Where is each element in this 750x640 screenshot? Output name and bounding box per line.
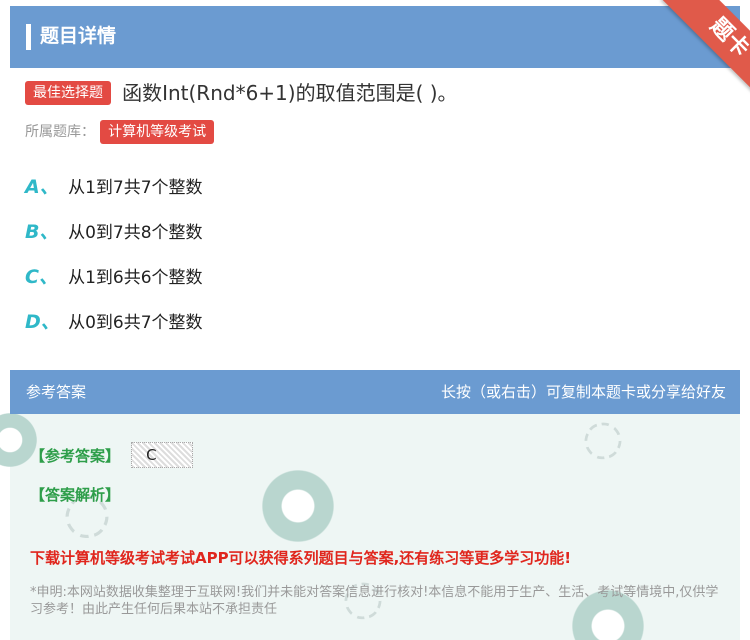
option-text: 从1到7共7个整数 bbox=[68, 178, 203, 198]
option-letter: D、 bbox=[25, 311, 60, 333]
share-hint: 长按（或右击）可复制本题卡或分享给好友 bbox=[440, 383, 726, 401]
answer-value: C bbox=[131, 442, 194, 468]
option-letter: B、 bbox=[25, 221, 59, 243]
disclaimer-text: *申明:本网站数据收集整理于互联网!我们并未能对答案信息进行核对!本信息不能用于… bbox=[30, 585, 719, 617]
answer-section-label: 参考答案 bbox=[26, 383, 87, 401]
analysis-label: 【答案解析】 bbox=[30, 486, 121, 504]
option-letter: A、 bbox=[25, 176, 59, 198]
option-text: 从0到7共8个整数 bbox=[68, 223, 203, 243]
option-d[interactable]: D、 从0到6共7个整数 bbox=[25, 307, 203, 337]
option-c[interactable]: C、 从1到6共6个整数 bbox=[25, 262, 203, 292]
option-b[interactable]: B、 从0到7共8个整数 bbox=[25, 217, 203, 247]
header-accent-bar bbox=[26, 24, 31, 50]
bank-label: 所属题库： bbox=[25, 124, 95, 140]
watermark-logo-icon bbox=[258, 466, 338, 546]
question-bank-row: 所属题库： 计算机等级考试 bbox=[25, 120, 215, 144]
question-row: 最佳选择题 函数Int(Rnd*6+1)的取值范围是( )。 bbox=[25, 78, 735, 108]
question-type-badge: 最佳选择题 bbox=[25, 81, 111, 105]
app-promo-link[interactable]: 下载计算机等级考试考试APP可以获得系列题目与答案,还有练习等更多学习功能! bbox=[30, 548, 571, 568]
answer-row: 【参考答案】 C bbox=[30, 442, 194, 468]
answer-header: 参考答案 长按（或右击）可复制本题卡或分享给好友 bbox=[10, 370, 740, 414]
page-header: 题目详情 bbox=[10, 6, 740, 68]
page-title: 题目详情 bbox=[40, 25, 117, 47]
question-text: 函数Int(Rnd*6+1)的取值范围是( )。 bbox=[122, 81, 458, 105]
option-letter: C、 bbox=[25, 266, 58, 288]
answer-panel: ◌ ◌ ◌ 参考答案 长按（或右击）可复制本题卡或分享给好友 【参考答案】 C … bbox=[0, 370, 740, 640]
answer-label: 【参考答案】 bbox=[30, 446, 121, 465]
option-text: 从0到6共7个整数 bbox=[68, 313, 203, 333]
option-text: 从1到6共6个整数 bbox=[68, 268, 203, 288]
option-a[interactable]: A、 从1到7共7个整数 bbox=[25, 172, 203, 202]
bank-badge[interactable]: 计算机等级考试 bbox=[100, 120, 215, 144]
